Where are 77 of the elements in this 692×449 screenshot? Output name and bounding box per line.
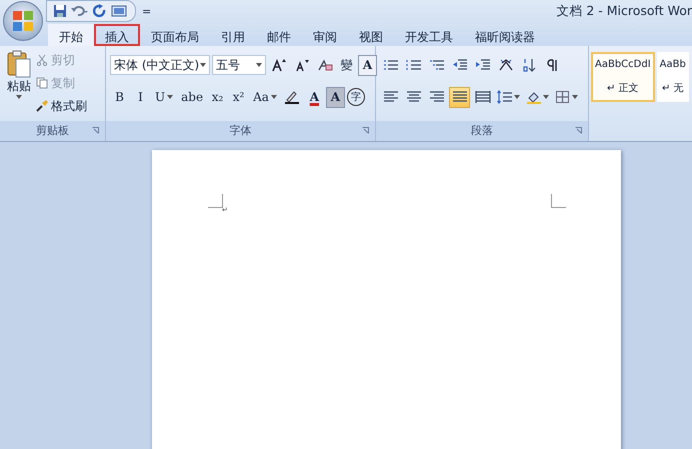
group-label: 段落 (376, 121, 588, 141)
format-button[interactable]: B (110, 86, 129, 108)
align-left-icon (382, 90, 398, 104)
style-preview: AaBb (660, 58, 686, 70)
format-button[interactable]: 字 (346, 88, 365, 106)
format-button[interactable]: 變 (337, 54, 356, 76)
borders-icon (555, 90, 571, 104)
clipboard-icon (7, 50, 31, 78)
style-name: ↵ 无 (662, 82, 684, 96)
dialog-launcher-icon[interactable] (575, 127, 582, 134)
ribbon-tab[interactable]: 开发工具 (394, 24, 464, 46)
margin-corner-mark (208, 194, 224, 208)
ribbon-tab[interactable]: 福昕阅读器 (464, 24, 546, 46)
dropdown-arrow-icon (270, 95, 277, 99)
text-layout-icon (498, 58, 514, 72)
format-button[interactable]: A (326, 86, 345, 108)
copy-icon (36, 77, 48, 89)
office-logo-icon (12, 10, 34, 32)
grow-font-icon (270, 58, 286, 72)
dropdown-arrow-icon (514, 95, 520, 99)
ribbon-tab[interactable]: 引用 (210, 24, 256, 46)
align-right-icon (428, 90, 444, 104)
style-preview: AaBbCcDdI (595, 59, 651, 70)
dropdown-arrow-icon (256, 63, 262, 67)
format-button[interactable]: A (358, 54, 377, 76)
sort-icon (520, 58, 536, 72)
numbered-list-icon (406, 58, 422, 72)
increase-indent-icon (474, 58, 490, 72)
format-button[interactable]: A (304, 86, 324, 108)
ribbon-tab[interactable]: 审阅 (302, 24, 348, 46)
distributed-icon (474, 90, 490, 104)
ribbon-tab[interactable]: 插入 (94, 24, 140, 46)
dialog-launcher-icon[interactable] (92, 127, 99, 134)
highlighter-icon (284, 90, 300, 104)
format-button[interactable]: x² (229, 86, 248, 108)
format-painter-button[interactable]: 格式刷 (36, 96, 87, 116)
format-button[interactable]: x₂ (208, 86, 228, 108)
multilevel-list-icon (428, 58, 444, 72)
bullet-list-icon (382, 58, 398, 72)
undo-icon[interactable] (71, 4, 89, 18)
paste-button[interactable]: 粘贴 (4, 50, 34, 121)
justify-icon (452, 90, 468, 104)
window-icon[interactable] (111, 4, 127, 18)
scissors-icon (36, 54, 48, 66)
ribbon-tab[interactable]: 开始 (48, 24, 94, 46)
format-dropdown[interactable]: Aa (250, 86, 280, 108)
align-center-icon (406, 90, 422, 104)
style-preset[interactable]: AaBb ↵ 无 (656, 52, 689, 102)
dropdown-arrow-icon (167, 95, 174, 99)
font-name-dropdown[interactable]: 宋体 (中文正文) (110, 55, 210, 75)
dropdown-arrow-icon (572, 95, 578, 99)
font-size-dropdown[interactable]: 五号 (212, 55, 266, 75)
ribbon-tab[interactable]: 页面布局 (140, 24, 210, 46)
ribbon-tab[interactable]: 视图 (348, 24, 394, 46)
margin-corner-mark (550, 194, 566, 208)
paint-bucket-icon (526, 90, 542, 104)
save-icon[interactable] (53, 4, 67, 18)
decrease-indent-icon (452, 58, 468, 72)
format-button[interactable]: I (131, 86, 150, 108)
window-title: 文档 2 - Microsoft Wor (556, 2, 692, 20)
group-label: 剪贴板 (0, 121, 105, 141)
dropdown-arrow-icon (16, 95, 22, 99)
format-button[interactable]: abe (178, 86, 206, 108)
style-name: ↵ 正文 (607, 82, 639, 95)
shrink-font-icon (294, 58, 310, 72)
dropdown-arrow-icon (543, 95, 549, 99)
ribbon-tab[interactable]: 邮件 (256, 24, 302, 46)
redo-icon[interactable] (93, 4, 107, 18)
style-preset[interactable]: AaBbCcDdI ↵ 正文 (591, 52, 655, 102)
line-spacing-icon (497, 90, 513, 104)
group-label: 字体 (106, 121, 375, 141)
paintbrush-icon (36, 100, 48, 112)
eraser-icon (316, 58, 332, 72)
customize-toolbar-button[interactable]: = (142, 4, 152, 18)
dialog-launcher-icon[interactable] (362, 127, 369, 134)
format-dropdown[interactable]: U (152, 86, 176, 108)
dropdown-arrow-icon (200, 63, 206, 67)
